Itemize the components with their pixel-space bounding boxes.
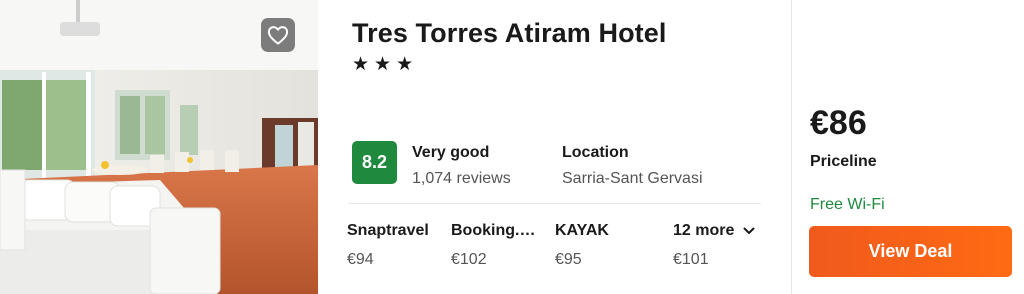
- provider-price: €94: [347, 251, 374, 268]
- provider-name: KAYAK: [555, 222, 609, 239]
- hotel-info: Tres Torres Atiram Hotel ★★★ 8.2 Very go…: [318, 0, 791, 294]
- provider-name: Booking.com: [451, 222, 544, 239]
- location-value: Sarria-Sant Gervasi: [562, 170, 703, 187]
- star-rating: ★★★: [352, 54, 419, 75]
- favorite-button[interactable]: [261, 18, 295, 52]
- more-providers-price: €101: [673, 251, 709, 268]
- best-deal-panel: €86 Priceline Free Wi-Fi View Deal: [792, 0, 1024, 294]
- more-providers-button[interactable]: 12 more €101: [673, 222, 755, 269]
- provider-name: Snaptravel: [347, 222, 429, 239]
- deal-perk: Free Wi-Fi: [810, 196, 885, 213]
- provider-snaptravel[interactable]: Snaptravel €94: [347, 222, 445, 269]
- location-label: Location: [562, 144, 629, 161]
- provider-kayak[interactable]: KAYAK €95: [555, 222, 653, 269]
- more-providers-label: 12 more: [673, 222, 735, 239]
- rating-label: Very good: [412, 144, 490, 161]
- hotel-result-card: Tres Torres Atiram Hotel ★★★ 8.2 Very go…: [0, 0, 1024, 294]
- divider: [348, 203, 761, 204]
- review-count: 1,074 reviews: [412, 170, 511, 187]
- chevron-down-icon: [743, 227, 755, 234]
- deal-site: Priceline: [810, 153, 877, 170]
- view-deal-button[interactable]: View Deal: [809, 226, 1012, 277]
- provider-booking[interactable]: Booking.com €102: [451, 222, 544, 269]
- hotel-name[interactable]: Tres Torres Atiram Hotel: [352, 18, 667, 49]
- provider-price: €102: [451, 251, 487, 268]
- deal-price: €86: [810, 104, 867, 142]
- heart-icon: [267, 26, 289, 45]
- hotel-photo[interactable]: [0, 0, 318, 294]
- provider-price: €95: [555, 251, 582, 268]
- score-badge: 8.2: [352, 141, 397, 184]
